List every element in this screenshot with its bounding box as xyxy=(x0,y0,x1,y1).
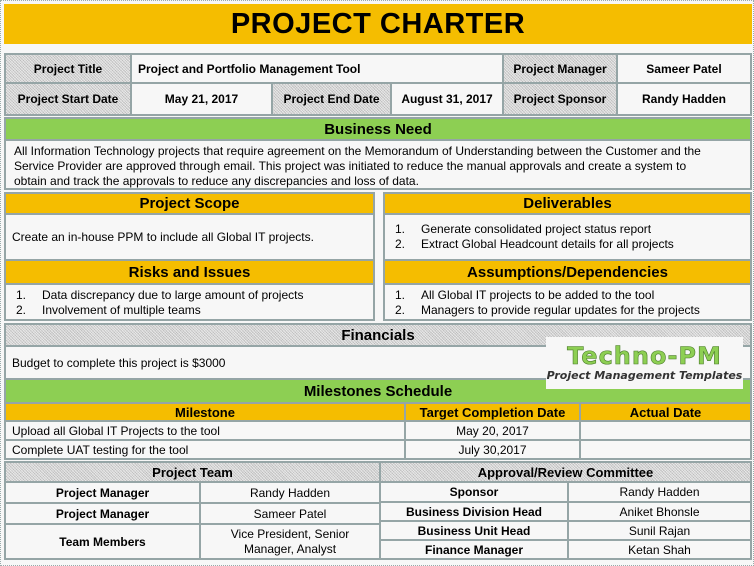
business-need-line: Service Provider are approved through em… xyxy=(14,159,687,173)
team-role-cell: Project Manager xyxy=(4,502,201,525)
deliverable-item: 1. Generate consolidated project status r… xyxy=(393,222,742,237)
committee-role-cell: Finance Manager xyxy=(379,539,569,560)
risks-heading: Risks and Issues xyxy=(4,259,375,285)
team-role-cell: Project Manager xyxy=(4,481,201,504)
assumption-item: 1. All Global IT projects to be added to … xyxy=(393,288,742,303)
assumptions-heading: Assumptions/Dependencies xyxy=(383,259,752,285)
end-date-label: Project End Date xyxy=(271,82,392,116)
item-number: 2. xyxy=(16,303,27,317)
item-text: Data discrepancy due to large amount of … xyxy=(42,288,304,302)
committee-name-cell[interactable]: Sunil Rajan xyxy=(567,520,752,541)
logo-main-text: Techno-PM xyxy=(567,342,722,370)
business-need-heading: Business Need xyxy=(4,117,752,141)
project-scope-text[interactable]: Create an in-house PPM to include all Gl… xyxy=(4,213,375,261)
item-text: Generate consolidated project status rep… xyxy=(421,222,652,236)
start-date-value[interactable]: May 21, 2017 xyxy=(130,82,273,116)
business-need-text[interactable]: All Information Technology projects that… xyxy=(4,139,752,190)
committee-name-cell[interactable]: Randy Hadden xyxy=(567,481,752,503)
risk-item: 1. Data discrepancy due to large amount o… xyxy=(14,288,365,303)
item-number: 2. xyxy=(395,303,406,317)
team-members-line: Manager, Analyst xyxy=(243,541,337,556)
business-need-line: obtain and track the approvals to reduce… xyxy=(14,174,419,188)
committee-role-cell: Business Unit Head xyxy=(379,520,569,541)
project-title-label: Project Title xyxy=(4,53,132,84)
risk-item: 2. Involvement of multiple teams xyxy=(14,303,365,318)
item-text: Managers to provide regular updates for … xyxy=(421,303,700,317)
project-manager-value[interactable]: Sameer Patel xyxy=(616,53,752,84)
item-number: 1. xyxy=(395,222,406,236)
team-members-cell[interactable]: Vice President, Senior Manager, Analyst xyxy=(199,523,381,560)
project-team-heading: Project Team xyxy=(4,461,381,483)
committee-heading: Approval/Review Committee xyxy=(379,461,752,483)
item-text: Extract Global Headcount details for all… xyxy=(421,237,674,251)
target-date-cell[interactable]: July 30,2017 xyxy=(404,439,581,460)
project-title-value[interactable]: Project and Portfolio Management Tool xyxy=(130,53,504,84)
team-members-line: Vice President, Senior xyxy=(230,526,350,541)
actual-date-cell[interactable] xyxy=(579,420,752,441)
milestone-cell[interactable]: Upload all Global IT Projects to the too… xyxy=(4,420,406,441)
target-date-cell[interactable]: May 20, 2017 xyxy=(404,420,581,441)
item-number: 1. xyxy=(395,288,406,302)
start-date-label: Project Start Date xyxy=(4,82,132,116)
logo-tagline: Project Management Templates xyxy=(546,369,743,382)
deliverables-heading: Deliverables xyxy=(383,192,752,215)
milestone-cell[interactable]: Complete UAT testing for the tool xyxy=(4,439,406,460)
actual-date-cell[interactable] xyxy=(579,439,752,460)
committee-name-cell[interactable]: Aniket Bhonsle xyxy=(567,501,752,522)
deliverables-list[interactable]: 1. Generate consolidated project status r… xyxy=(383,213,752,261)
committee-name-cell[interactable]: Ketan Shah xyxy=(567,539,752,560)
deliverable-item: 2. Extract Global Headcount details for a… xyxy=(393,237,742,252)
target-date-column-header: Target Completion Date xyxy=(404,402,581,422)
end-date-value[interactable]: August 31, 2017 xyxy=(390,82,504,116)
item-number: 2. xyxy=(395,237,406,251)
business-need-line: All Information Technology projects that… xyxy=(14,144,701,158)
committee-role-cell: Sponsor xyxy=(379,481,569,503)
project-charter-page: PROJECT CHARTER Project Title Project an… xyxy=(0,0,754,566)
project-scope-heading: Project Scope xyxy=(4,192,375,215)
team-role-cell: Team Members xyxy=(4,523,201,560)
sponsor-value[interactable]: Randy Hadden xyxy=(616,82,752,116)
team-name-cell[interactable]: Randy Hadden xyxy=(199,481,381,504)
item-text: Involvement of multiple teams xyxy=(42,303,201,317)
risks-list[interactable]: 1. Data discrepancy due to large amount o… xyxy=(4,283,375,321)
committee-role-cell: Business Division Head xyxy=(379,501,569,522)
assumptions-list[interactable]: 1. All Global IT projects to be added to … xyxy=(383,283,752,321)
techno-pm-logo: Techno-PM Project Management Templates xyxy=(546,337,743,389)
item-text: All Global IT projects to be added to th… xyxy=(421,288,655,302)
project-manager-label: Project Manager xyxy=(502,53,618,84)
sponsor-label: Project Sponsor xyxy=(502,82,618,116)
actual-date-column-header: Actual Date xyxy=(579,402,752,422)
item-number: 1. xyxy=(16,288,27,302)
assumption-item: 2. Managers to provide regular updates fo… xyxy=(393,303,742,318)
page-title: PROJECT CHARTER xyxy=(4,4,752,47)
team-name-cell[interactable]: Sameer Patel xyxy=(199,502,381,525)
milestone-column-header: Milestone xyxy=(4,402,406,422)
